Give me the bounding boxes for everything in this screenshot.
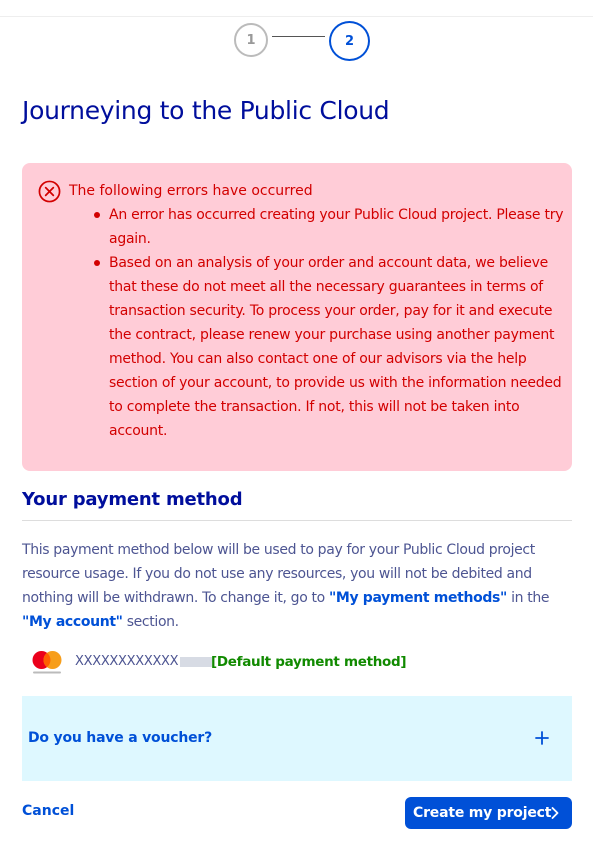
stepper: 1 2 [0, 21, 593, 61]
chevron-right-icon [551, 807, 559, 819]
card-number-text: XXXXXXXXXXXX [75, 654, 179, 669]
create-project-button[interactable]: Create my project [405, 797, 572, 829]
top-divider [0, 0, 593, 17]
bullet-icon [94, 212, 100, 218]
error-item-text: Based on an analysis of your order and a… [109, 255, 562, 439]
error-alert: The following errors have occurred An er… [22, 163, 572, 471]
error-circle-x-icon [38, 180, 61, 203]
step-2-active: 2 [329, 21, 370, 61]
mastercard-logo-icon [32, 651, 62, 674]
section-divider [22, 520, 572, 521]
error-list: An error has occurred creating your Publ… [86, 203, 566, 443]
payment-section-title: Your payment method [22, 489, 243, 510]
card-number-redacted [180, 656, 213, 667]
create-project-label: Create my project [413, 805, 552, 821]
error-item-text: An error has occurred creating your Publ… [109, 207, 564, 247]
voucher-label: Do you have a voucher? [28, 730, 213, 746]
payment-card-row: XXXXXXXXXXXX [Default payment method] [30, 649, 570, 677]
card-number: XXXXXXXXXXXX [75, 654, 213, 669]
page-title: Journeying to the Public Cloud [22, 96, 390, 125]
my-account-link[interactable]: "My account" [22, 614, 123, 630]
default-payment-badge: [Default payment method] [211, 654, 407, 670]
cancel-button[interactable]: Cancel [22, 803, 74, 819]
stepper-connector [272, 36, 325, 37]
payment-description: This payment method below will be used t… [22, 538, 572, 634]
voucher-accordion[interactable]: Do you have a voucher? [22, 696, 572, 781]
error-heading: The following errors have occurred [69, 183, 313, 199]
bullet-icon [94, 260, 100, 266]
payment-desc-text: in the [506, 590, 550, 606]
plus-icon[interactable] [534, 730, 550, 746]
error-item: Based on an analysis of your order and a… [86, 251, 566, 443]
step-1[interactable]: 1 [234, 23, 268, 57]
my-payment-methods-link[interactable]: "My payment methods" [329, 590, 507, 606]
error-item: An error has occurred creating your Publ… [86, 203, 566, 251]
payment-desc-text: section. [122, 614, 179, 630]
